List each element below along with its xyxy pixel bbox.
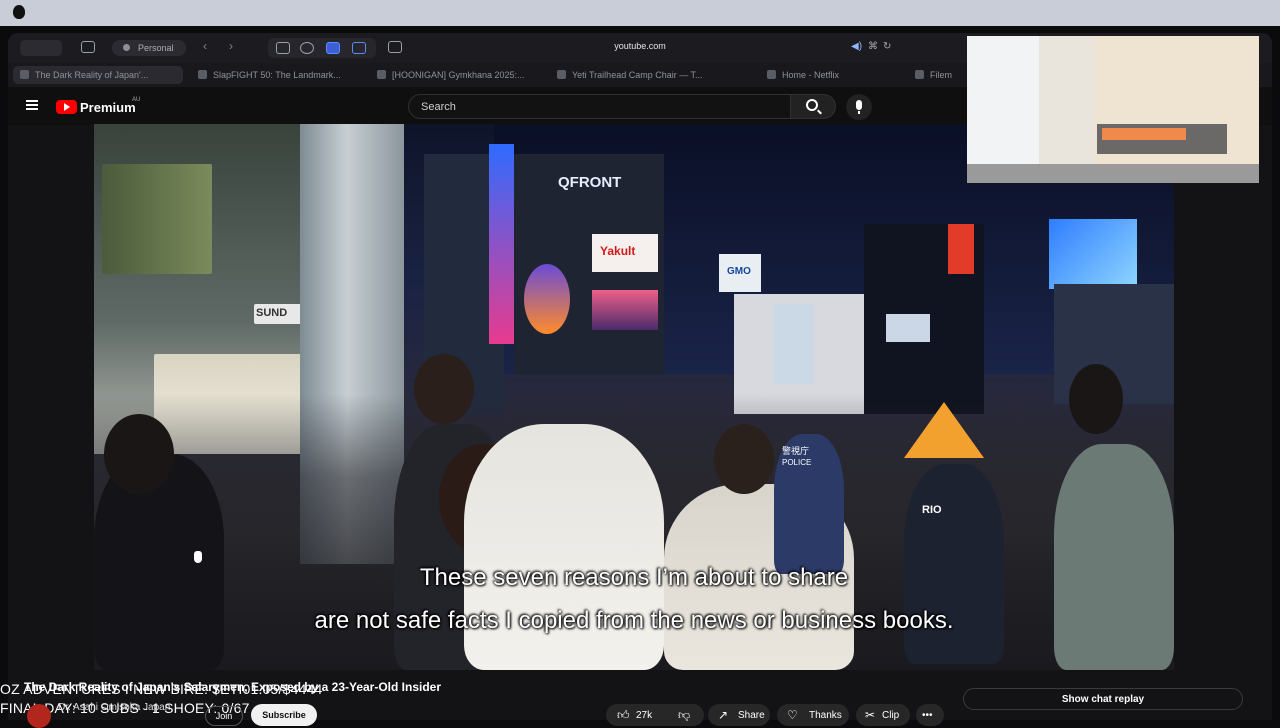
tab-favicon-icon bbox=[767, 70, 776, 79]
video-billboard bbox=[592, 290, 658, 330]
search-input[interactable]: Search bbox=[408, 94, 791, 119]
mouse-cursor-icon bbox=[194, 551, 202, 563]
search-button[interactable] bbox=[790, 94, 836, 119]
video-keishicho-text: 警視庁 bbox=[782, 446, 810, 456]
video-gmo-sign: GMO bbox=[719, 254, 761, 292]
webcam-overlay bbox=[967, 36, 1259, 183]
voice-search-button[interactable] bbox=[846, 94, 872, 120]
subtitle-line-1: These seven reasons I’m about to share bbox=[419, 564, 849, 591]
video-green-wall bbox=[102, 164, 212, 274]
tab-favicon-icon bbox=[377, 70, 386, 79]
webcam-cushion bbox=[1102, 128, 1186, 140]
youtube-brand[interactable]: Premium bbox=[80, 100, 136, 115]
thanks-button[interactable]: ♡ Thanks bbox=[777, 704, 849, 726]
video-police: 警視庁 POLICE bbox=[774, 434, 844, 574]
video-person-right bbox=[1054, 444, 1174, 670]
audio-icon[interactable]: ◀) bbox=[851, 41, 862, 52]
video-yakult-sign: Yakult bbox=[592, 234, 658, 272]
video-neon-strip bbox=[489, 144, 514, 344]
tab-dark-reality[interactable]: The Dark Reality of Japan'... bbox=[13, 66, 183, 84]
video-screen bbox=[886, 314, 930, 342]
webcam-door bbox=[1039, 36, 1095, 171]
tab-favicon-icon bbox=[915, 70, 924, 79]
subtitle-line-2: are not safe facts I copied from the new… bbox=[314, 607, 954, 634]
search-icon bbox=[806, 99, 818, 111]
video-red-sign bbox=[948, 224, 974, 274]
video-head bbox=[104, 414, 174, 494]
join-button[interactable]: Join bbox=[205, 706, 243, 726]
video-ad-panel bbox=[774, 304, 814, 384]
channel-avatar[interactable] bbox=[27, 704, 51, 728]
like-count[interactable]: 27k bbox=[636, 710, 652, 721]
tab-favicon-icon bbox=[20, 70, 29, 79]
youtube-logo-icon[interactable] bbox=[56, 100, 77, 114]
apple-icon[interactable] bbox=[13, 5, 25, 19]
subscribe-button[interactable]: Subscribe bbox=[251, 704, 317, 726]
video-head bbox=[414, 354, 474, 424]
tab-favicon-icon bbox=[557, 70, 566, 79]
video-rio-text: RIO bbox=[922, 504, 942, 516]
more-actions-button[interactable]: ••• bbox=[916, 704, 944, 726]
video-sunday-sign: SUND bbox=[254, 304, 304, 324]
clip-button[interactable]: ✂ Clip bbox=[856, 704, 910, 726]
tab-yeti[interactable]: Yeti Trailhead Camp Chair — T... bbox=[550, 66, 725, 84]
tab-hoonigan[interactable]: [HOONIGAN] Gymkhana 2025:... bbox=[370, 66, 545, 84]
stream-overlay-line-1: OZ ADVENTURES I NEW BIRE: $ETI01.05/$444… bbox=[0, 681, 323, 697]
channel-name[interactable]: Dr. Asahi Omisoka Japan bbox=[58, 702, 170, 713]
thumbs-up-icon[interactable]: 👍︎ bbox=[617, 708, 630, 723]
video-player[interactable]: SUND QFRONT Yakult GMO 警視庁 POLICE RIO Th… bbox=[94, 124, 1174, 670]
macos-menubar bbox=[0, 0, 1280, 26]
video-head bbox=[714, 424, 774, 494]
tab-slapfight[interactable]: SlapFIGHT 50: The Landmark... bbox=[191, 66, 366, 84]
share-button[interactable]: ↗ Share bbox=[708, 704, 770, 726]
tab-netflix[interactable]: Home - Netflix bbox=[760, 66, 920, 84]
reload-icon[interactable]: ↻ bbox=[883, 41, 891, 52]
webcam-wall bbox=[967, 36, 1039, 171]
video-head bbox=[1069, 364, 1123, 434]
webcam-floor bbox=[967, 164, 1259, 183]
menu-icon[interactable] bbox=[26, 100, 38, 110]
like-dislike-group: 👍︎ 27k 👎︎ bbox=[606, 704, 704, 726]
translate-icon[interactable]: ⌘ bbox=[868, 41, 878, 52]
thumbs-down-icon[interactable]: 👎︎ bbox=[678, 708, 690, 723]
tab-favicon-icon bbox=[198, 70, 207, 79]
video-mural bbox=[524, 264, 570, 334]
video-qfront-building: QFRONT Yakult bbox=[514, 154, 664, 374]
video-blue-screen bbox=[1049, 219, 1137, 289]
region-code: AU bbox=[132, 97, 141, 103]
video-dark-tower bbox=[864, 224, 984, 414]
video-qfront-sign: QFRONT bbox=[558, 174, 622, 191]
show-chat-replay-button[interactable]: Show chat replay bbox=[963, 688, 1243, 710]
video-witch-hat bbox=[904, 402, 984, 458]
video-police-text: POLICE bbox=[782, 458, 812, 467]
tab-filem[interactable]: Filem bbox=[908, 66, 968, 84]
